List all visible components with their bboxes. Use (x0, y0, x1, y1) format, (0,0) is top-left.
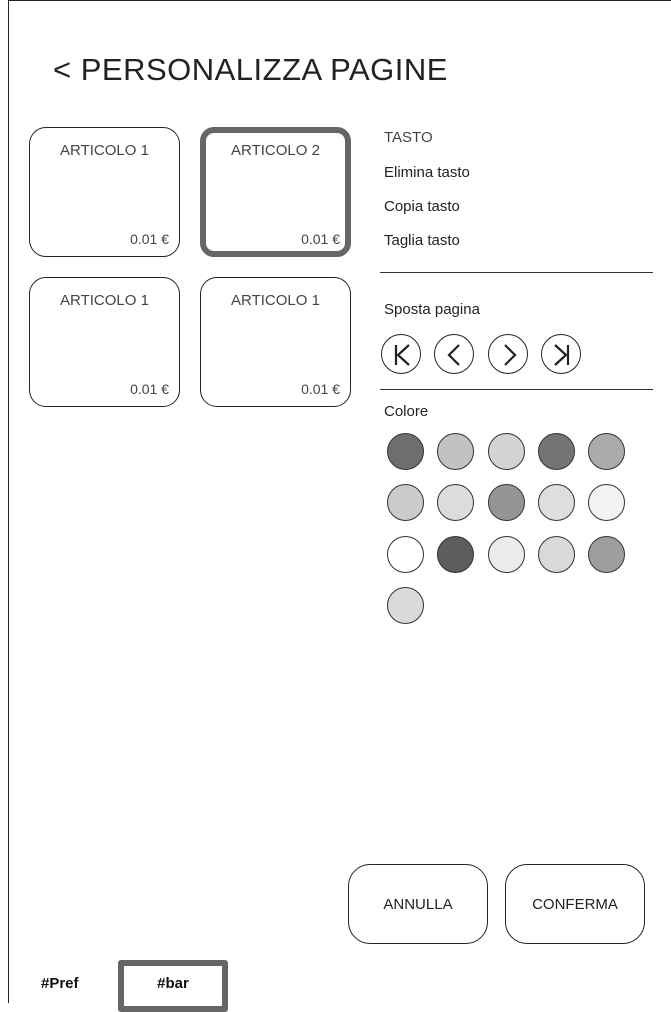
color-swatch[interactable] (387, 587, 424, 624)
confirm-button[interactable]: CONFERMA (505, 864, 645, 944)
color-swatch[interactable] (538, 484, 575, 521)
article-tile[interactable]: ARTICOLO 1 0.01 € (29, 127, 180, 257)
article-price: 0.01 € (130, 381, 169, 397)
color-swatch[interactable] (488, 433, 525, 470)
article-name: ARTICOLO 1 (60, 142, 149, 159)
article-name: ARTICOLO 1 (231, 292, 320, 309)
color-swatch[interactable] (488, 484, 525, 521)
divider (380, 389, 653, 390)
color-swatch[interactable] (387, 433, 424, 470)
article-name: ARTICOLO 2 (231, 142, 320, 159)
copy-key-button[interactable]: Copia tasto (384, 198, 460, 215)
move-page-label: Sposta pagina (384, 301, 480, 318)
article-tile[interactable]: ARTICOLO 1 0.01 € (200, 277, 351, 407)
color-swatch[interactable] (387, 536, 424, 573)
color-swatch[interactable] (538, 536, 575, 573)
article-tile-selected[interactable]: ARTICOLO 2 0.01 € (200, 127, 351, 257)
cancel-button[interactable]: ANNULLA (348, 864, 488, 944)
previous-page-button[interactable] (434, 334, 474, 374)
bar-tab-label: #bar (157, 975, 189, 992)
color-swatch[interactable] (538, 433, 575, 470)
color-swatch[interactable] (437, 536, 474, 573)
color-swatch[interactable] (588, 536, 625, 573)
next-page-icon (504, 344, 517, 366)
pref-tab[interactable]: #Pref (41, 975, 79, 992)
delete-key-button[interactable]: Elimina tasto (384, 164, 470, 181)
article-tile[interactable]: ARTICOLO 1 0.01 € (29, 277, 180, 407)
last-page-button[interactable] (541, 334, 581, 374)
article-price: 0.01 € (301, 231, 340, 247)
bar-tab[interactable]: #bar (118, 960, 228, 1012)
page-title[interactable]: < PERSONALIZZA PAGINE (53, 52, 448, 88)
color-swatch[interactable] (588, 433, 625, 470)
color-swatch[interactable] (488, 536, 525, 573)
color-label: Colore (384, 403, 429, 420)
article-name: ARTICOLO 1 (60, 292, 149, 309)
divider (380, 272, 653, 273)
cut-key-button[interactable]: Taglia tasto (384, 232, 460, 249)
first-page-button[interactable] (381, 334, 421, 374)
last-page-icon (554, 344, 570, 366)
first-page-icon (394, 344, 410, 366)
article-price: 0.01 € (301, 381, 340, 397)
section-title-tasto: TASTO (384, 129, 433, 146)
color-swatch[interactable] (437, 484, 474, 521)
color-swatch[interactable] (588, 484, 625, 521)
next-page-button[interactable] (488, 334, 528, 374)
color-swatch[interactable] (387, 484, 424, 521)
color-swatch[interactable] (437, 433, 474, 470)
article-price: 0.01 € (130, 231, 169, 247)
previous-page-icon (447, 344, 460, 366)
